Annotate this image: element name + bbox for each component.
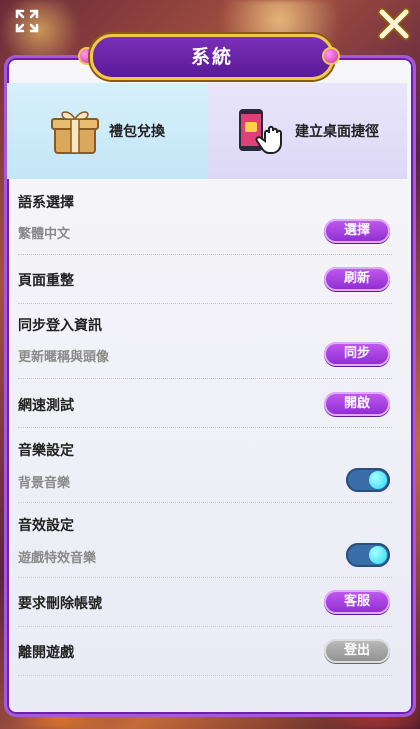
- music-label: 音樂設定: [18, 443, 74, 459]
- settings-list: 語系選擇 繁體中文 選擇 頁面重整 刷新 同步登入資訊 更新暱稱與頭像 同步 網…: [18, 182, 392, 676]
- music-row: 音樂設定 背景音樂: [18, 428, 392, 503]
- sync-row: 同步登入資訊 更新暱稱與頭像 同步: [18, 304, 392, 379]
- exit-row: 離開遊戲 登出: [18, 627, 392, 676]
- speed-test-label: 網速測試: [18, 398, 74, 414]
- sfx-toggle[interactable]: [346, 543, 390, 567]
- music-toggle[interactable]: [346, 468, 390, 492]
- music-sub: 背景音樂: [18, 476, 71, 491]
- customer-service-button[interactable]: 客服: [324, 590, 390, 614]
- sfx-sub: 遊戲特效音樂: [18, 551, 97, 566]
- gem-right-icon: [322, 47, 340, 65]
- reload-row: 頁面重整 刷新: [18, 255, 392, 304]
- refresh-button[interactable]: 刷新: [324, 267, 390, 291]
- gift-redeem-label: 禮包兌換: [109, 124, 165, 140]
- toggle-knob: [369, 546, 387, 564]
- exit-label: 離開遊戲: [18, 645, 74, 661]
- action-tabs: 禮包兌換 建立桌面捷徑: [7, 83, 407, 179]
- page-title: 系統: [90, 34, 334, 80]
- delete-account-row: 要求刪除帳號 客服: [18, 578, 392, 627]
- delete-account-label: 要求刪除帳號: [18, 596, 102, 612]
- speed-test-button[interactable]: 開啟: [324, 392, 390, 416]
- close-icon[interactable]: [374, 4, 414, 44]
- logout-button[interactable]: 登出: [324, 639, 390, 663]
- toggle-knob: [369, 471, 387, 489]
- language-label: 語系選擇: [18, 195, 74, 211]
- gift-redeem-tab[interactable]: 禮包兌換: [7, 83, 207, 179]
- desktop-shortcut-label: 建立桌面捷徑: [295, 124, 379, 140]
- language-select-button[interactable]: 選擇: [324, 219, 390, 243]
- speed-test-row: 網速測試 開啟: [18, 379, 392, 428]
- sfx-row: 音效設定 遊戲特效音樂: [18, 503, 392, 578]
- sync-label: 同步登入資訊: [18, 318, 102, 334]
- language-row: 語系選擇 繁體中文 選擇: [18, 182, 392, 255]
- gift-box-icon: [51, 111, 99, 154]
- sync-button[interactable]: 同步: [324, 342, 390, 366]
- sync-sub: 更新暱稱與頭像: [18, 350, 110, 365]
- language-value: 繁體中文: [18, 227, 71, 242]
- desktop-shortcut-tab[interactable]: 建立桌面捷徑: [207, 83, 407, 179]
- reload-label: 頁面重整: [18, 273, 74, 289]
- fullscreen-icon[interactable]: [14, 8, 40, 34]
- phone-tap-icon: [239, 109, 282, 154]
- panel-title-banner: 系統: [78, 32, 340, 80]
- sfx-label: 音效設定: [18, 518, 74, 534]
